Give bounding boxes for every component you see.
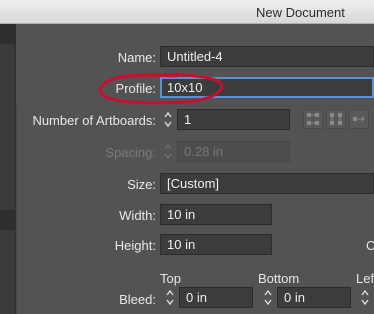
profile-label: Profile: xyxy=(115,81,156,96)
bleed-left-stepper-icon[interactable] xyxy=(359,288,371,307)
panel-notch xyxy=(0,24,16,44)
artboards-label: Number of Artboards: xyxy=(32,113,156,128)
spacing-stepper-icon xyxy=(162,142,174,161)
background-panel-strip xyxy=(0,24,16,314)
bleed-top-stepper-icon[interactable] xyxy=(164,288,176,307)
grid-by-row-icon[interactable] xyxy=(303,109,323,129)
bleed-top-header: Top xyxy=(160,271,181,286)
bleed-bottom-stepper-icon[interactable] xyxy=(262,288,274,307)
new-document-dialog xyxy=(0,24,374,314)
panel-notch xyxy=(0,210,16,230)
size-select[interactable]: [Custom] xyxy=(160,173,374,194)
height-label: Height: xyxy=(114,238,156,253)
profile-select[interactable]: 10x10 xyxy=(160,77,374,98)
grid-by-column-icon[interactable] xyxy=(326,109,346,129)
window-titlebar: New Document xyxy=(0,0,374,24)
spacing-input: 0.28 in xyxy=(177,141,290,162)
artboards-stepper-icon[interactable] xyxy=(162,110,174,129)
bleed-left-header: Lef xyxy=(356,271,374,286)
advanced-section-divider xyxy=(16,106,22,314)
spacing-label: Spacing: xyxy=(105,145,156,160)
bleed-bottom-header: Bottom xyxy=(258,271,300,286)
orientation-label-cut: C xyxy=(366,238,374,253)
name-label: Name: xyxy=(117,50,156,65)
bleed-bottom-input[interactable]: 0 in xyxy=(277,287,351,308)
bleed-label: Bleed: xyxy=(119,292,156,307)
profile-value: 10x10 xyxy=(167,80,203,95)
size-value: [Custom] xyxy=(167,176,220,191)
name-input[interactable]: Untitled-4 xyxy=(160,46,374,67)
artboards-input[interactable]: 1 xyxy=(177,109,290,130)
width-input[interactable]: 10 in xyxy=(160,204,272,225)
bleed-top-input[interactable]: 0 in xyxy=(179,287,253,308)
width-label: Width: xyxy=(119,208,156,223)
window-title: New Document xyxy=(256,5,345,20)
arrange-by-row-icon[interactable] xyxy=(349,109,369,129)
size-label: Size: xyxy=(127,177,156,192)
height-input[interactable]: 10 in xyxy=(160,234,272,255)
